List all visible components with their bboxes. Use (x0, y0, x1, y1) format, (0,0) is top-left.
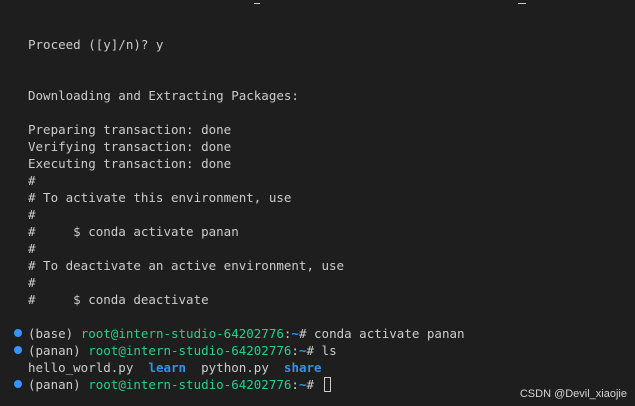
prompt-path: ~ (291, 326, 299, 341)
ls-output-line: hello_world.py learn python.py share (28, 359, 322, 376)
command-decoration-icon[interactable] (14, 380, 22, 388)
prompt-userhost: root@intern-studio-64202776 (80, 326, 284, 341)
prompt-symbol: # (306, 377, 322, 392)
prompt-symbol: # (306, 343, 322, 358)
command-decoration-icon[interactable] (14, 329, 22, 337)
prompt-userhost: root@intern-studio-64202776 (88, 343, 292, 358)
prompt-env: (panan) (28, 377, 89, 392)
activate-info-line: # To activate this environment, use (28, 190, 292, 205)
comment-line: # (28, 241, 36, 256)
activate-command-hint: # $ conda activate panan (28, 224, 239, 239)
terminal-cursor[interactable] (323, 377, 331, 392)
prompt-userhost: root@intern-studio-64202776 (88, 377, 292, 392)
prompt-separator: : (291, 377, 299, 392)
watermark-text: CSDN @Devil_xiaojie (519, 388, 627, 400)
terminal-panel[interactable]: Proceed ([y]/n)? y Downloading and Extra… (0, 0, 635, 406)
ls-file-hello-world: hello_world.py (28, 360, 134, 375)
proceed-prompt-line: Proceed ([y]/n)? y (28, 37, 164, 52)
prompt-command: conda activate panan (314, 326, 465, 341)
verifying-line: Verifying transaction: done (28, 139, 232, 154)
ls-dir-learn: learn (148, 360, 187, 375)
executing-line: Executing transaction: done (28, 156, 232, 171)
comment-line: # (28, 275, 36, 290)
prompt-command: ls (321, 343, 337, 358)
clipped-fragment (518, 0, 526, 4)
preparing-line: Preparing transaction: done (28, 122, 232, 137)
prompt-symbol: # (298, 326, 315, 341)
prompt-env: (base) (28, 326, 81, 341)
prompt-line-current[interactable]: (panan) root@intern-studio-64202776:~# (28, 376, 331, 393)
downloading-line: Downloading and Extracting Packages: (28, 88, 299, 103)
prompt-line-base: (base) root@intern-studio-64202776:~# co… (28, 325, 465, 342)
prompt-separator: : (291, 343, 299, 358)
ls-dir-share: share (283, 360, 322, 375)
comment-line: # (28, 207, 36, 222)
command-decoration-icon[interactable] (14, 346, 22, 354)
ls-file-python: python.py (201, 360, 269, 375)
clipped-fragment (254, 0, 260, 4)
prompt-env: (panan) (28, 343, 89, 358)
deactivate-command-hint: # $ conda deactivate (28, 292, 209, 307)
deactivate-info-line: # To deactivate an active environment, u… (28, 258, 345, 273)
prompt-line-ls: (panan) root@intern-studio-64202776:~# l… (28, 342, 337, 359)
clipped-previous-line (240, 0, 540, 4)
comment-line: # (28, 173, 36, 188)
